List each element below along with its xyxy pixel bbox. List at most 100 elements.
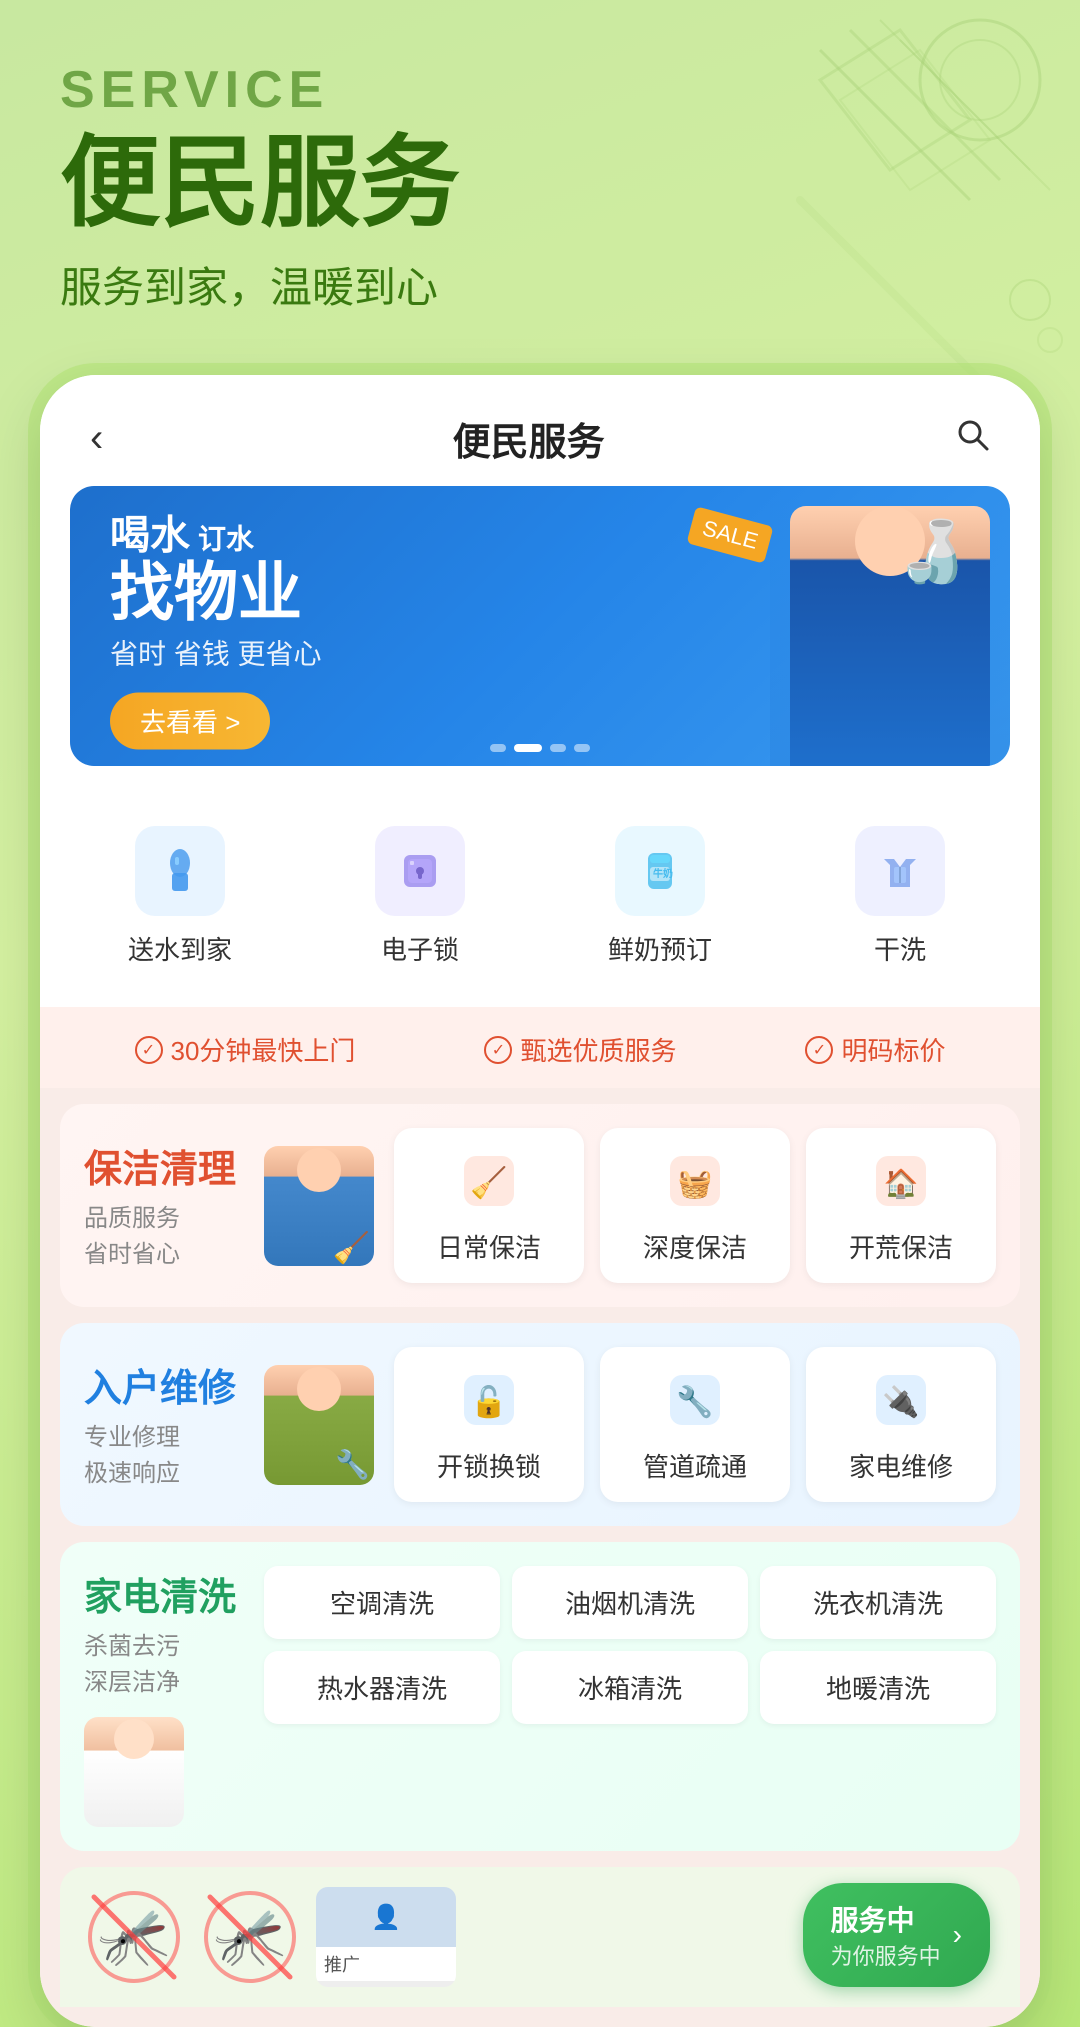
quick-icon-dryclean-label: 干洗 [874, 930, 926, 967]
tag-check-icon-1: ✓ [135, 1036, 163, 1064]
bottom-peek-section: 🦟 🦟 👤 推广 服务中 [60, 1867, 1020, 2007]
phone-topbar: ‹ 便民服务 [40, 375, 1040, 486]
quick-icon-water-label: 送水到家 [128, 930, 232, 967]
daily-cleaning-button[interactable]: 🧹 日常保洁 [394, 1128, 584, 1283]
banner-person-figure: 🍶 [790, 506, 990, 766]
repair-worker-figure: 🔧 [264, 1365, 374, 1485]
repair-desc: 专业修理 极速响应 [84, 1420, 244, 1492]
appliance-repair-icon: 🔌 [866, 1365, 936, 1435]
quick-icons-grid: 送水到家 电子锁 牛奶 [40, 796, 1040, 1007]
svg-text:🔓: 🔓 [470, 1384, 507, 1419]
svg-text:🔧: 🔧 [676, 1383, 713, 1419]
quick-icon-milk[interactable]: 牛奶 鲜奶预订 [540, 806, 780, 987]
quick-icon-lock-label: 电子锁 [381, 930, 459, 967]
svg-text:🔌: 🔌 [882, 1384, 919, 1419]
tag-check-icon-3: ✓ [805, 1036, 833, 1064]
tag-quality: ✓ 甄选优质服务 [484, 1031, 676, 1068]
back-button[interactable]: ‹ [90, 416, 103, 461]
appliance-row2-grid: 热水器清洗 冰箱清洗 地暖清洗 [264, 1651, 996, 1724]
header-section: SERVICE 便民服务 服务到家，温暖到心 [0, 0, 1080, 355]
dot-3 [550, 744, 566, 752]
banner-content: 喝水 订水 找物业 省时 省钱 更省心 去看看 > [110, 503, 322, 750]
service-subtitle: 服务到家，温暖到心 [60, 254, 1020, 315]
pest-icon-1: 🦟 [84, 1887, 184, 1987]
pest-cross-svg [84, 1887, 184, 1987]
floating-service-main: 服务中 [831, 1899, 941, 1939]
repair-title: 入户维修 [84, 1357, 244, 1412]
ac-cleaning-button[interactable]: 空调清洗 [264, 1566, 500, 1639]
page-title: 便民服务 [453, 411, 605, 466]
pest-cross-svg-2 [200, 1887, 300, 1987]
cleaning-section: 保洁清理 品质服务 省时省心 🧹 [60, 1104, 1020, 1307]
service-en-label: SERVICE [60, 60, 1020, 120]
sale-tag: SALE [686, 506, 773, 563]
tag-price-label: 明码标价 [841, 1031, 945, 1068]
svg-text:🏠: 🏠 [884, 1168, 919, 1200]
repair-info: 入户维修 专业修理 极速响应 [84, 1357, 244, 1492]
hood-cleaning-button[interactable]: 油烟机清洗 [512, 1566, 748, 1639]
tag-speed: ✓ 30分钟最快上门 [135, 1031, 356, 1068]
repair-services-grid: 🔓 开锁换锁 🔧 管道疏通 [394, 1347, 996, 1502]
quick-icon-lock[interactable]: 电子锁 [300, 806, 540, 987]
search-button[interactable] [954, 416, 990, 462]
banner-main-text: 找物业 [110, 561, 322, 625]
promo-card: 👤 推广 [316, 1887, 456, 1987]
fridge-cleaning-button[interactable]: 冰箱清洗 [512, 1651, 748, 1724]
dot-4 [574, 744, 590, 752]
appliance-repair-label: 家电维修 [849, 1447, 953, 1484]
appliance-title: 家电清洗 [84, 1566, 244, 1621]
water-bottle-icon: 🍶 [895, 516, 970, 587]
service-cn-title: 便民服务 [60, 128, 1020, 238]
floating-service-sub: 为你服务中 [831, 1939, 941, 1971]
deep-cleaning-label: 深度保洁 [643, 1228, 747, 1265]
svg-text:🧺: 🧺 [678, 1168, 713, 1200]
renovation-cleaning-label: 开荒保洁 [849, 1228, 953, 1265]
wrench-icon: 🔧 [335, 1448, 370, 1481]
tag-price: ✓ 明码标价 [805, 1031, 945, 1068]
chevron-right-icon: › [953, 1919, 962, 1951]
appliance-repair-button[interactable]: 🔌 家电维修 [806, 1347, 996, 1502]
tag-speed-label: 30分钟最快上门 [171, 1031, 356, 1068]
phone-mockup: ‹ 便民服务 喝水 订水 找物业 省时 省钱 更省心 去看看 > SALE 🍶 [40, 375, 1040, 2027]
banner[interactable]: 喝水 订水 找物业 省时 省钱 更省心 去看看 > SALE 🍶 [70, 486, 1010, 766]
cleaning-worker-figure: 🧹 [264, 1146, 374, 1266]
washer-cleaning-button[interactable]: 洗衣机清洗 [760, 1566, 996, 1639]
locksmith-label: 开锁换锁 [437, 1447, 541, 1484]
appliance-info: 家电清洗 杀菌去污 深层洁净 [84, 1566, 244, 1827]
appliance-section: 家电清洗 杀菌去污 深层洁净 空调清洗 油烟机清洗 洗衣机清洗 [60, 1542, 1020, 1851]
renovation-cleaning-button[interactable]: 🏠 开荒保洁 [806, 1128, 996, 1283]
locksmith-button[interactable]: 🔓 开锁换锁 [394, 1347, 584, 1502]
water-heater-cleaning-button[interactable]: 热水器清洗 [264, 1651, 500, 1724]
appliance-worker-head [114, 1719, 154, 1759]
deep-cleaning-button[interactable]: 🧺 深度保洁 [600, 1128, 790, 1283]
svg-text:🧹: 🧹 [470, 1165, 507, 1200]
banner-sub-text: 省时 省钱 更省心 [110, 633, 322, 673]
floating-service-text-area: 服务中 为你服务中 [831, 1899, 941, 1971]
worker-head [297, 1148, 341, 1192]
floating-service-button[interactable]: 服务中 为你服务中 › [803, 1883, 990, 1987]
search-icon [954, 416, 990, 452]
banner-line2-label: 订水 [198, 518, 254, 558]
mop-icon: 🧹 [333, 1231, 370, 1266]
pipe-button[interactable]: 🔧 管道疏通 [600, 1347, 790, 1502]
floor-heating-cleaning-button[interactable]: 地暖清洗 [760, 1651, 996, 1724]
quick-icon-dryclean[interactable]: 干洗 [780, 806, 1020, 987]
repair-section: 入户维修 专业修理 极速响应 🔧 [60, 1323, 1020, 1526]
cleaning-info: 保洁清理 品质服务 省时省心 [84, 1138, 244, 1273]
daily-cleaning-label: 日常保洁 [437, 1228, 541, 1265]
quick-icon-water[interactable]: 送水到家 [60, 806, 300, 987]
tags-row: ✓ 30分钟最快上门 ✓ 甄选优质服务 ✓ 明码标价 [40, 1007, 1040, 1088]
svg-text:牛奶: 牛奶 [653, 867, 673, 880]
dryclean-icon-circle [855, 826, 945, 916]
dot-1 [490, 744, 506, 752]
quick-icon-milk-label: 鲜奶预订 [608, 930, 712, 967]
banner-cta-button[interactable]: 去看看 > [110, 693, 270, 750]
appliance-desc: 杀菌去污 深层洁净 [84, 1629, 244, 1701]
pipe-icon: 🔧 [660, 1365, 730, 1435]
cleaning-desc: 品质服务 省时省心 [84, 1201, 244, 1273]
milk-icon-circle: 牛奶 [615, 826, 705, 916]
cleaning-services-grid: 🧹 日常保洁 🧺 深度保洁 [394, 1128, 996, 1283]
services-container: ✓ 30分钟最快上门 ✓ 甄选优质服务 ✓ 明码标价 保洁清理 品质服务 省时省… [40, 1007, 1040, 2027]
cleaning-title: 保洁清理 [84, 1138, 244, 1193]
tag-quality-label: 甄选优质服务 [520, 1031, 676, 1068]
